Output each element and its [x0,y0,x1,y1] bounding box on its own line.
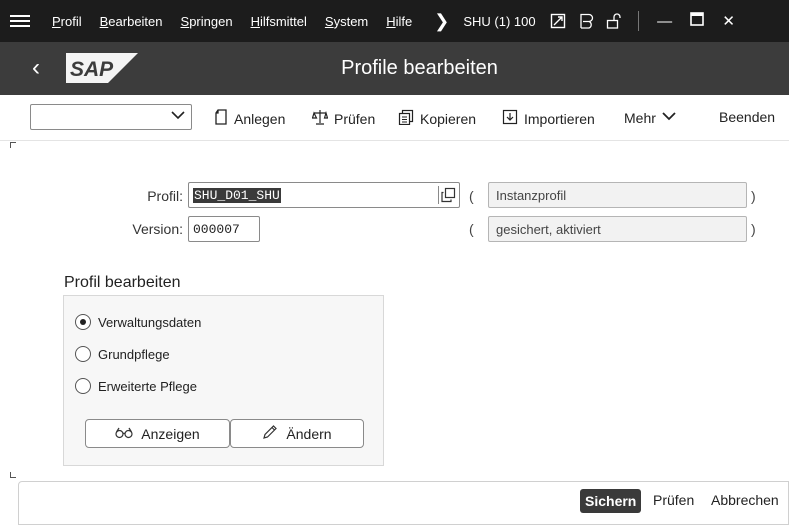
radio-label: Grundpflege [98,346,170,362]
close-icon[interactable]: ✕ [721,12,737,30]
pencil-icon [262,424,278,443]
radio-verwaltungsdaten[interactable]: Verwaltungsdaten [75,314,201,330]
corner-mark [10,142,16,148]
menu-item-hilfe[interactable]: Hilfe [386,14,412,29]
profil-label: Profil: [147,188,183,204]
radio-label: Verwaltungsdaten [98,314,202,330]
minimize-icon[interactable]: — [657,13,673,30]
menu-item-system[interactable]: System [325,14,368,29]
beenden-label: Beenden [719,109,776,125]
version-input[interactable]: 000007 [188,216,260,242]
radio-button-selected[interactable] [75,314,91,330]
profil-description: Instanzprofil [488,182,747,208]
version-description: gesichert, aktiviert [488,216,747,242]
page-title: Profile bearbeiten [341,57,498,79]
abbrechen-button[interactable]: Abbrechen [711,492,779,508]
aendern-button[interactable]: Ändern [230,419,364,448]
importieren-button[interactable]: Importieren [502,109,595,128]
value-help-icon[interactable] [438,186,456,204]
open-paren: ( [469,188,474,204]
anlegen-button[interactable]: Anlegen [214,109,285,128]
close-paren: ) [751,188,756,204]
sichern-button[interactable]: Sichern [580,489,642,513]
menu-item-springen[interactable]: Springen [181,14,233,29]
import-icon [502,109,518,128]
menu-item-bearbeiten[interactable]: Bearbeiten [100,14,163,29]
copy-document-icon [398,109,414,128]
open-paren: ( [469,221,474,237]
mehr-label: Mehr [624,109,656,126]
transaction-icon[interactable] [550,13,566,29]
menu-item-hilfsmittel[interactable]: Hilfsmittel [251,14,307,29]
menu-bar: Profil Bearbeiten Springen Hilfsmittel S… [0,0,789,42]
footer-bar: Sichern Prüfen Abbrechen [18,481,789,525]
radio-button[interactable] [75,378,91,394]
close-paren: ) [751,221,756,237]
mehr-button[interactable]: Mehr [624,109,676,126]
pruefen-label: Prüfen [334,110,376,127]
radio-button[interactable] [75,346,91,362]
version-label: Version: [132,221,183,237]
profil-bearbeiten-group: Verwaltungsdaten Grundpflege Erweiterte … [63,295,384,466]
title-bar: ‹ SAP Profile bearbeiten [0,42,789,95]
radio-label: Erweiterte Pflege [98,378,197,394]
group-title: Profil bearbeiten [64,274,181,291]
chevron-right-icon[interactable]: ❯ [434,11,449,32]
balance-scale-icon [311,109,329,128]
footer-pruefen-button[interactable]: Prüfen [653,492,694,508]
profil-input[interactable]: SHU_D01_SHU [188,182,460,208]
anlegen-label: Anlegen [234,110,286,127]
anzeigen-button[interactable]: Anzeigen [85,419,230,448]
pruefen-button[interactable]: Prüfen [311,109,376,128]
kopieren-label: Kopieren [420,110,477,127]
anzeigen-label: Anzeigen [141,425,200,442]
toolbar: Anlegen Prüfen Kopieren Importieren Mehr… [0,95,789,141]
chevron-down-icon [662,109,676,126]
importieren-label: Importieren [524,110,595,127]
system-info: SHU (1) 100 [463,13,536,29]
beenden-button[interactable]: Beenden [719,109,775,125]
profil-value: SHU_D01_SHU [193,188,281,203]
radio-erweiterte-pflege[interactable]: Erweiterte Pflege [75,378,197,394]
kopieren-button[interactable]: Kopieren [398,109,476,128]
maximize-icon[interactable] [689,12,705,30]
command-field-combo[interactable] [30,104,192,130]
lock-icon[interactable] [606,13,622,29]
radio-grundpflege[interactable]: Grundpflege [75,346,170,362]
new-document-icon [214,109,228,128]
menu-item-profil[interactable]: Profil [52,14,82,29]
chevron-down-icon[interactable] [171,108,185,125]
aendern-label: Ändern [286,425,332,442]
menu-separator [637,11,639,31]
glasses-icon [115,426,133,442]
layout-icon[interactable] [578,13,594,29]
corner-mark [10,472,16,478]
hamburger-icon[interactable] [10,12,30,30]
